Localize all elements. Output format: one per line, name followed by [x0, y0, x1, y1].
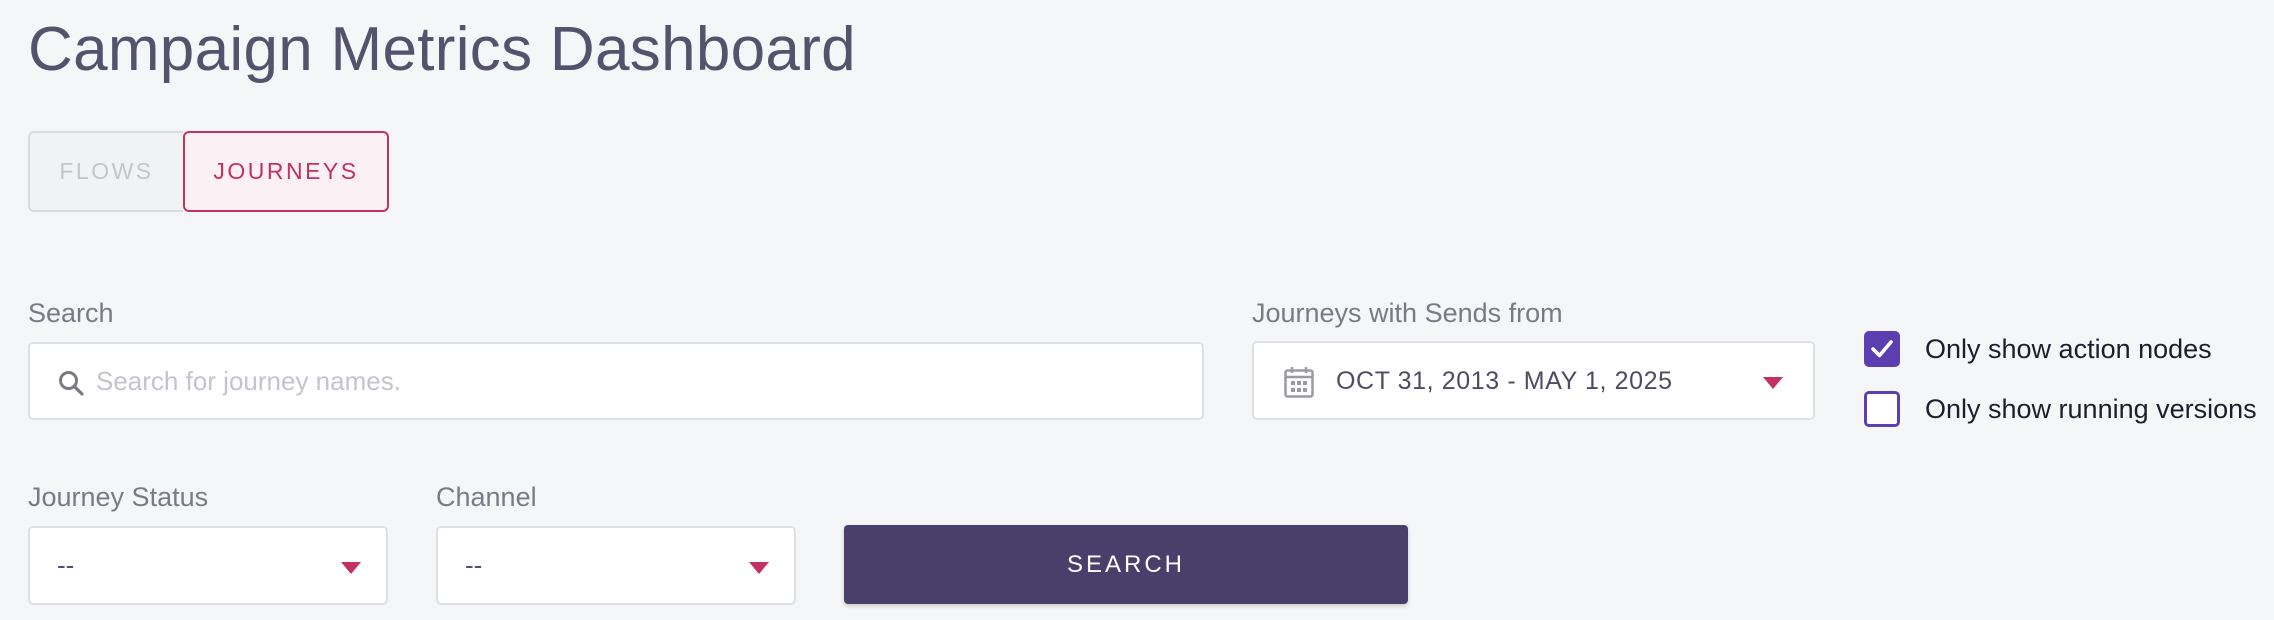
page-title: Campaign Metrics Dashboard: [28, 15, 856, 84]
date-range-value: OCT 31, 2013 - MAY 1, 2025: [1336, 367, 1673, 395]
channel-select[interactable]: --: [436, 526, 796, 605]
channel-value: --: [465, 550, 483, 580]
caret-down-icon: [1763, 377, 1783, 389]
tab-journeys[interactable]: JOURNEYS: [183, 131, 389, 212]
search-field: [28, 342, 1204, 420]
search-input[interactable]: [96, 344, 1186, 418]
journey-status-value: --: [57, 550, 75, 580]
search-icon: [59, 371, 84, 396]
date-filter-label: Journeys with Sends from: [1252, 298, 1563, 328]
tab-group: FLOWS JOURNEYS: [28, 131, 389, 212]
running-versions-label: Only show running versions: [1925, 393, 2257, 424]
channel-label: Channel: [436, 482, 537, 512]
calendar-icon: [1284, 367, 1314, 398]
date-range-picker[interactable]: OCT 31, 2013 - MAY 1, 2025: [1252, 341, 1815, 420]
caret-down-icon: [341, 562, 361, 574]
running-versions-checkbox[interactable]: [1864, 391, 1900, 427]
action-nodes-label: Only show action nodes: [1925, 333, 2212, 364]
search-label: Search: [28, 298, 114, 328]
search-button[interactable]: SEARCH: [844, 525, 1408, 604]
caret-down-icon: [749, 562, 769, 574]
tab-flows[interactable]: FLOWS: [28, 131, 183, 212]
running-versions-checkbox-row[interactable]: Only show running versions: [1864, 391, 2257, 427]
journey-status-label: Journey Status: [28, 482, 209, 512]
check-icon: [1871, 340, 1893, 358]
action-nodes-checkbox[interactable]: [1864, 331, 1900, 367]
journey-status-select[interactable]: --: [28, 526, 388, 605]
action-nodes-checkbox-row[interactable]: Only show action nodes: [1864, 331, 2212, 367]
